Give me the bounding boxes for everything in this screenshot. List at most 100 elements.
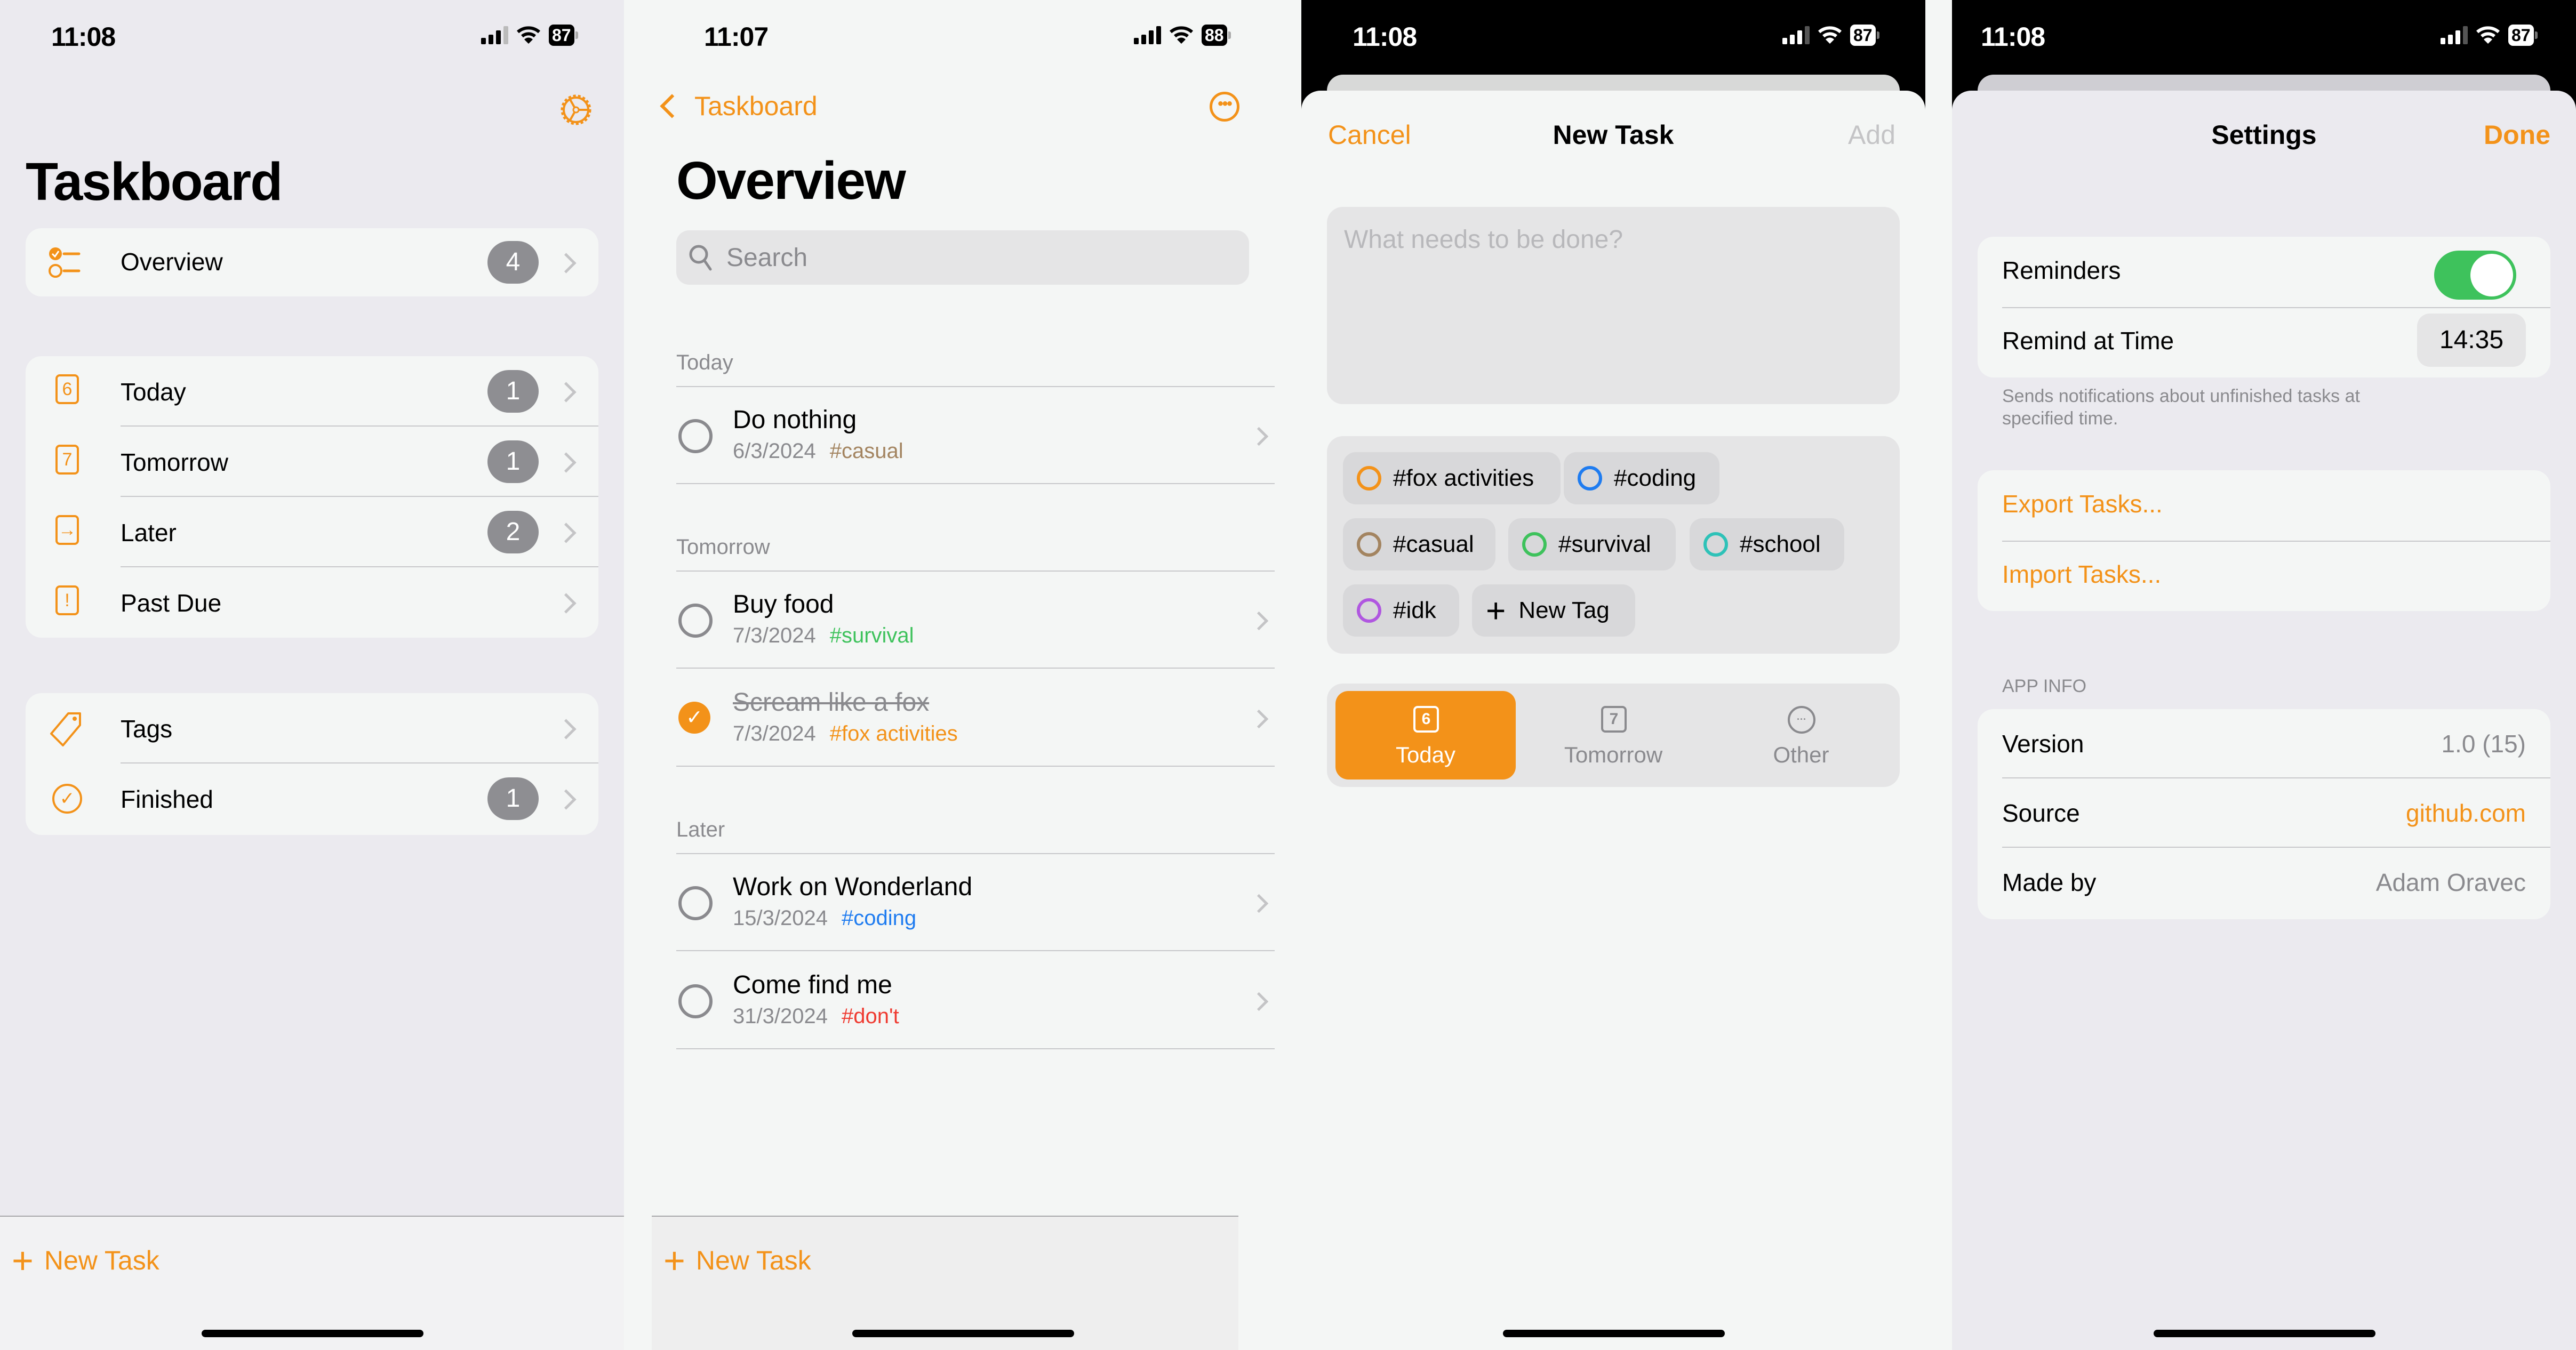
- row-label: Later: [121, 519, 177, 547]
- more-button[interactable]: •••: [1210, 92, 1239, 122]
- list-row-later[interactable]: → Later 2: [26, 497, 598, 567]
- reminders-toggle[interactable]: [2434, 251, 2516, 300]
- home-indicator: [852, 1330, 1074, 1337]
- task-title: Buy food: [733, 590, 834, 618]
- tag-color-ring-icon: [1357, 466, 1381, 491]
- wifi-icon: [2476, 26, 2500, 44]
- calendar-6-icon: 6: [55, 374, 79, 404]
- search-field[interactable]: Search: [676, 230, 1249, 285]
- row-label: Finished: [121, 785, 213, 813]
- tag-chip[interactable]: #school: [1690, 518, 1844, 570]
- info-row-version: Version 1.0 (15): [1978, 709, 2550, 778]
- import-tasks-button[interactable]: Import Tasks...: [2002, 560, 2161, 589]
- status-icons: 87: [481, 25, 578, 46]
- new-tag-button[interactable]: + New Tag: [1472, 584, 1635, 637]
- tag-label: #survival: [1558, 531, 1651, 557]
- exclamation-square-icon: !: [55, 585, 79, 615]
- new-tag-label: New Tag: [1518, 597, 1610, 623]
- tag-color-ring-icon: [1703, 532, 1728, 557]
- unchecked-circle-icon[interactable]: [678, 984, 713, 1018]
- task-meta: 31/3/2024 #don't: [733, 1005, 899, 1028]
- list-row-finished[interactable]: ✓ Finished 1: [26, 764, 598, 834]
- task-tag: #casual: [829, 439, 903, 463]
- checked-circle-icon[interactable]: ✓: [678, 702, 710, 734]
- status-time: 11:08: [1981, 22, 2045, 52]
- ellipsis-icon: •••: [1218, 95, 1232, 112]
- calendar-6-icon: 6: [1413, 706, 1439, 733]
- source-link[interactable]: github.com: [2406, 799, 2526, 827]
- chevron-right-icon: [556, 382, 577, 403]
- tag-icon: [47, 709, 87, 752]
- row-label: Tomorrow: [121, 448, 228, 476]
- task-date: 15/3/2024: [733, 906, 828, 930]
- task-meta: 7/3/2024 #survival: [733, 624, 914, 648]
- page-title: Overview: [676, 151, 906, 211]
- reminders-card: Reminders Remind at Time 14:35: [1978, 237, 2550, 377]
- due-selector: 6 Today 7 Tomorrow ··· Other: [1327, 684, 1900, 787]
- reminders-label: Reminders: [2002, 256, 2121, 284]
- gear-icon[interactable]: [557, 91, 595, 129]
- due-option-today[interactable]: 6 Today: [1335, 691, 1516, 780]
- info-row-source[interactable]: Source github.com: [1978, 778, 2550, 848]
- app-info-header: APP INFO: [2002, 676, 2087, 696]
- task-tag: #fox activities: [829, 722, 958, 745]
- new-task-button[interactable]: + New Task: [12, 1240, 159, 1281]
- separator: [2002, 307, 2550, 308]
- task-row[interactable]: Come find me 31/3/2024 #don't: [676, 951, 1275, 1049]
- status-time: 11:08: [51, 22, 116, 52]
- task-title: Work on Wonderland: [733, 873, 973, 901]
- ellipsis-circle-icon: ···: [1788, 706, 1815, 734]
- status-icons: 87: [1782, 25, 1879, 46]
- tag-chip[interactable]: #casual: [1343, 518, 1495, 570]
- tag-color-ring-icon: [1578, 466, 1602, 491]
- battery-icon: 88: [1202, 25, 1231, 46]
- plus-icon: +: [12, 1240, 34, 1281]
- chevron-left-icon: [660, 94, 684, 118]
- tag-picker: #fox activities #coding #casual #survival #s…: [1327, 436, 1900, 654]
- sheet: Cancel New Task Add What needs to be don…: [1301, 91, 1925, 1350]
- task-row[interactable]: Do nothing 6/3/2024 #casual: [676, 386, 1275, 484]
- list-row-today[interactable]: 6 Today 1: [26, 356, 598, 427]
- checklist-icon: [49, 247, 81, 278]
- list-row-tags[interactable]: Tags: [26, 693, 598, 764]
- tag-chip[interactable]: #idk: [1343, 584, 1459, 637]
- tag-chip[interactable]: #survival: [1508, 518, 1676, 570]
- separator: [676, 483, 1275, 484]
- due-option-tomorrow[interactable]: 7 Tomorrow: [1523, 691, 1703, 780]
- remind-time-picker[interactable]: 14:35: [2417, 314, 2526, 367]
- data-card: Export Tasks... Import Tasks...: [1978, 470, 2550, 611]
- info-value: Adam Oravec: [2375, 869, 2526, 896]
- task-row[interactable]: ✓ Scream like a fox 7/3/2024 #fox activitie…: [676, 669, 1275, 767]
- task-date: 31/3/2024: [733, 1005, 828, 1028]
- overview-row[interactable]: Overview 4: [26, 228, 598, 296]
- export-tasks-button[interactable]: Export Tasks...: [2002, 489, 2163, 518]
- add-button[interactable]: Add: [1848, 119, 1895, 150]
- tag-label: #fox activities: [1393, 465, 1534, 491]
- info-label: Made by: [2002, 869, 2097, 896]
- task-tag: #don't: [841, 1005, 899, 1028]
- list-row-tomorrow[interactable]: 7 Tomorrow 1: [26, 427, 598, 497]
- checkmark-circle-icon: ✓: [52, 784, 82, 814]
- due-option-other[interactable]: ··· Other: [1711, 691, 1891, 780]
- status-time: 11:08: [1353, 22, 1417, 52]
- task-title-input[interactable]: What needs to be done?: [1327, 207, 1900, 404]
- tag-chip[interactable]: #fox activities: [1343, 452, 1561, 504]
- unchecked-circle-icon[interactable]: [678, 886, 713, 920]
- new-task-button[interactable]: + New Task: [663, 1242, 811, 1279]
- task-row[interactable]: Buy food 7/3/2024 #survival: [676, 570, 1275, 669]
- info-label: Version: [2002, 730, 2084, 758]
- tag-chip[interactable]: #coding: [1564, 452, 1719, 504]
- chevron-right-icon: [1249, 992, 1269, 1011]
- home-indicator: [202, 1330, 423, 1337]
- unchecked-circle-icon[interactable]: [678, 604, 713, 638]
- back-button[interactable]: Taskboard: [660, 91, 818, 122]
- unchecked-circle-icon[interactable]: [678, 419, 713, 453]
- due-option-label: Tomorrow: [1564, 742, 1663, 767]
- task-title: Scream like a fox: [733, 688, 930, 717]
- list-row-past-due[interactable]: ! Past Due: [26, 567, 598, 638]
- new-task-screen: 11:08 87 Cancel New Task Add What needs …: [1301, 0, 1925, 1350]
- task-row[interactable]: Work on Wonderland 15/3/2024 #coding: [676, 853, 1275, 951]
- tag-label: #casual: [1393, 531, 1474, 557]
- done-button[interactable]: Done: [2484, 119, 2550, 150]
- tag-label: #idk: [1393, 597, 1436, 623]
